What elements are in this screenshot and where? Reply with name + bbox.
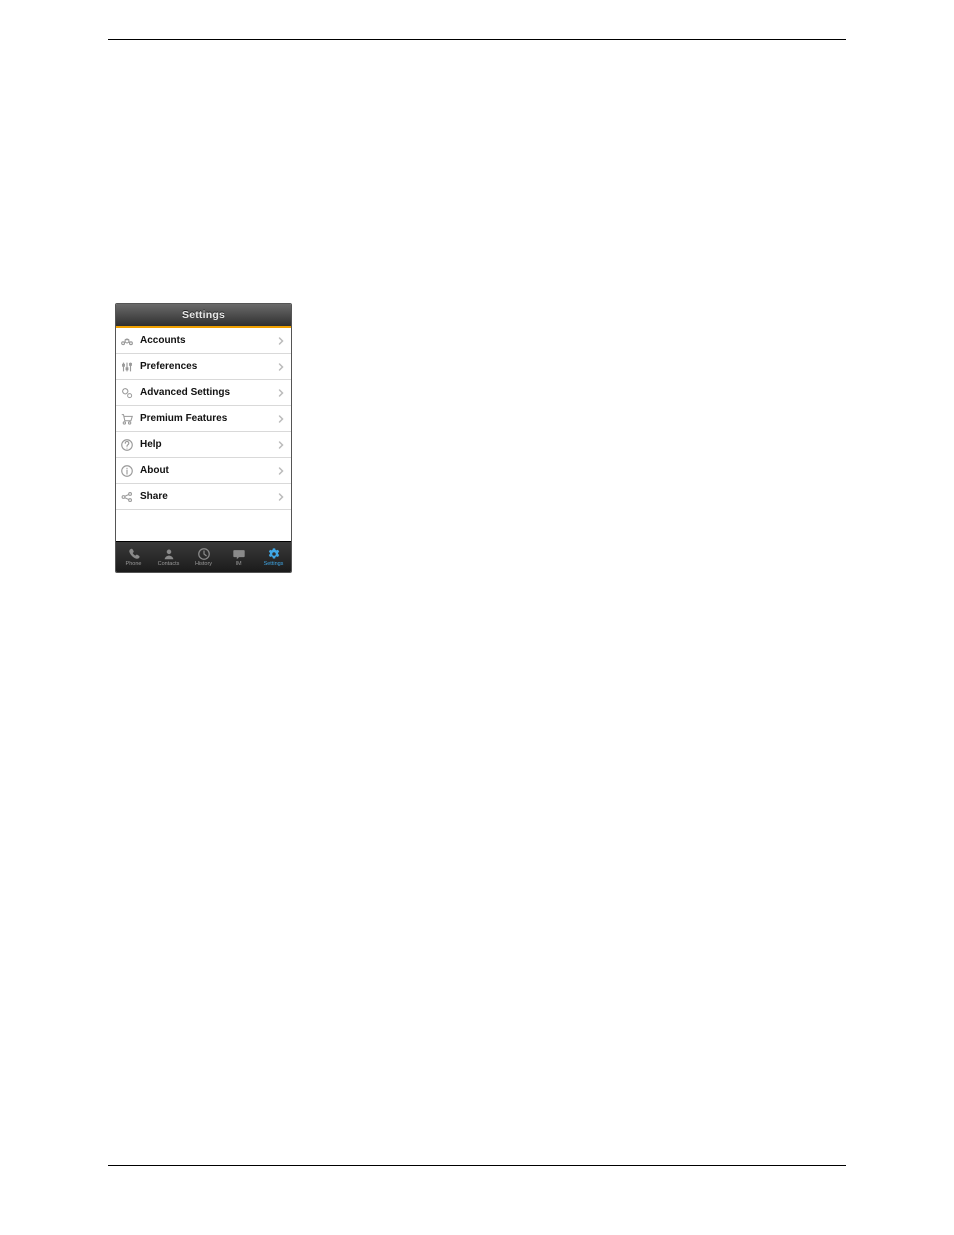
share-icon [120, 490, 134, 504]
tab-label: History [195, 562, 212, 568]
help-icon [120, 438, 134, 452]
tab-bar: Phone Contacts History IM [116, 541, 291, 572]
chevron-right-icon [277, 414, 285, 424]
accounts-icon [120, 334, 134, 348]
settings-row-advanced-settings[interactable]: Advanced Settings [116, 380, 291, 406]
settings-row-label: About [140, 465, 277, 476]
settings-row-share[interactable]: Share [116, 484, 291, 510]
contacts-icon [162, 547, 176, 561]
settings-row-label: Advanced Settings [140, 387, 277, 398]
settings-row-label: Preferences [140, 361, 277, 372]
settings-row-label: Help [140, 439, 277, 450]
chevron-right-icon [277, 362, 285, 372]
page-divider-bottom [108, 1165, 846, 1166]
settings-list: Accounts Preferences [116, 328, 291, 541]
tab-label: Settings [264, 562, 284, 568]
chevron-right-icon [277, 492, 285, 502]
tab-label: IM [235, 562, 241, 568]
settings-row-label: Share [140, 491, 277, 502]
phone-icon [127, 547, 141, 561]
chevron-right-icon [277, 466, 285, 476]
settings-screen: Settings Accounts [115, 303, 292, 573]
settings-row-help[interactable]: Help [116, 432, 291, 458]
settings-icon [267, 547, 281, 561]
settings-row-label: Accounts [140, 335, 277, 346]
settings-row-label: Premium Features [140, 413, 277, 424]
about-icon [120, 464, 134, 478]
settings-row-accounts[interactable]: Accounts [116, 328, 291, 354]
settings-row-premium-features[interactable]: Premium Features [116, 406, 291, 432]
settings-row-preferences[interactable]: Preferences [116, 354, 291, 380]
premium-features-icon [120, 412, 134, 426]
preferences-icon [120, 360, 134, 374]
chevron-right-icon [277, 440, 285, 450]
tab-history[interactable]: History [186, 542, 221, 572]
page-divider-top [108, 39, 846, 40]
history-icon [197, 547, 211, 561]
tab-im[interactable]: IM [221, 542, 256, 572]
settings-row-about[interactable]: About [116, 458, 291, 484]
advanced-settings-icon [120, 386, 134, 400]
page-title: Settings [182, 309, 225, 321]
tab-contacts[interactable]: Contacts [151, 542, 186, 572]
tab-label: Phone [126, 562, 142, 568]
chevron-right-icon [277, 336, 285, 346]
tab-label: Contacts [158, 562, 180, 568]
tab-settings[interactable]: Settings [256, 542, 291, 572]
tab-phone[interactable]: Phone [116, 542, 151, 572]
titlebar: Settings [116, 304, 291, 328]
chevron-right-icon [277, 388, 285, 398]
im-icon [232, 547, 246, 561]
